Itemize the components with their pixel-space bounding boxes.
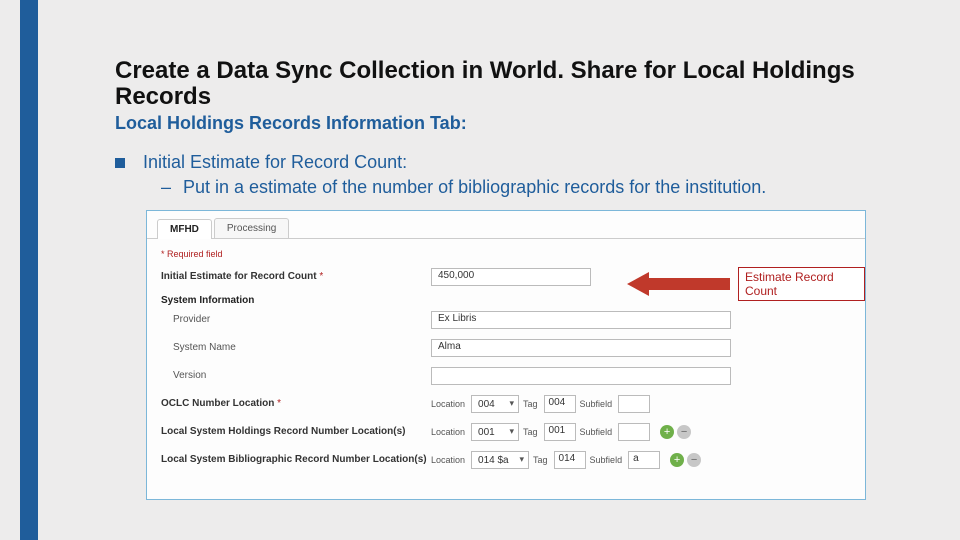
- mini-label-subfield: Subfield: [580, 427, 613, 437]
- input-version[interactable]: [431, 367, 731, 385]
- select-oclc-location[interactable]: 004: [471, 395, 519, 413]
- row-lsbrn: Local System Bibliographic Record Number…: [161, 450, 851, 470]
- sub-bullet-item: – Put in a estimate of the number of bib…: [161, 177, 920, 198]
- required-star-icon: *: [277, 398, 281, 409]
- row-lshrn: Local System Holdings Record Number Loca…: [161, 422, 851, 442]
- callout-arrow: Estimate Record Count: [627, 267, 865, 301]
- input-provider[interactable]: Ex Libris: [431, 311, 731, 329]
- label-oclc-location: OCLC Number Location *: [161, 398, 431, 410]
- remove-icon[interactable]: −: [677, 425, 691, 439]
- form-panel: MFHD Processing * Required field Initial…: [146, 210, 866, 500]
- row-version: Version: [161, 366, 851, 386]
- label-lshrn: Local System Holdings Record Number Loca…: [161, 426, 431, 438]
- input-lsbrn-tag[interactable]: 014: [554, 451, 586, 469]
- label-estimate-text: Initial Estimate for Record Count: [161, 271, 317, 282]
- slide: Create a Data Sync Collection in World. …: [0, 0, 960, 540]
- mini-label-location: Location: [431, 455, 465, 465]
- input-lshrn-tag[interactable]: 001: [544, 423, 576, 441]
- slide-subtitle: Local Holdings Records Information Tab:: [115, 113, 920, 134]
- input-lshrn-subfield[interactable]: [618, 423, 650, 441]
- label-estimate: Initial Estimate for Record Count *: [161, 271, 431, 283]
- slide-content: Create a Data Sync Collection in World. …: [115, 58, 920, 210]
- remove-icon[interactable]: −: [687, 453, 701, 467]
- mini-label-subfield: Subfield: [590, 455, 623, 465]
- bullet-text: Initial Estimate for Record Count:: [143, 152, 407, 173]
- row-provider: Provider Ex Libris: [161, 310, 851, 330]
- label-provider: Provider: [161, 314, 431, 326]
- mini-label-location: Location: [431, 399, 465, 409]
- input-lsbrn-subfield[interactable]: a: [628, 451, 660, 469]
- lshrn-location-group: Location 001 Tag 001 Subfield + −: [431, 423, 691, 441]
- mini-label-tag: Tag: [523, 427, 538, 437]
- tab-bar: MFHD Processing: [147, 211, 865, 239]
- required-note: * Required field: [161, 249, 851, 259]
- accent-bar: [20, 0, 38, 540]
- label-version: Version: [161, 370, 431, 382]
- input-oclc-subfield[interactable]: [618, 395, 650, 413]
- row-oclc-location: OCLC Number Location * Location 004 Tag …: [161, 394, 851, 414]
- sub-bullet-text: Put in a estimate of the number of bibli…: [183, 177, 766, 198]
- mini-label-subfield: Subfield: [580, 399, 613, 409]
- row-system-name: System Name Alma: [161, 338, 851, 358]
- add-remove-group: + −: [670, 453, 701, 467]
- mini-label-location: Location: [431, 427, 465, 437]
- mini-label-tag: Tag: [523, 399, 538, 409]
- bullet-item: Initial Estimate for Record Count:: [115, 152, 920, 173]
- arrow-head-icon: [627, 272, 649, 296]
- label-lsbrn: Local System Bibliographic Record Number…: [161, 454, 431, 466]
- lsbrn-location-group: Location 014 $a Tag 014 Subfield a + −: [431, 451, 701, 469]
- required-star-icon: *: [319, 271, 323, 282]
- input-estimate[interactable]: 450,000: [431, 268, 591, 286]
- add-remove-group: + −: [660, 425, 691, 439]
- tab-processing[interactable]: Processing: [214, 218, 289, 238]
- input-oclc-tag[interactable]: 004: [544, 395, 576, 413]
- callout-label: Estimate Record Count: [738, 267, 865, 301]
- add-icon[interactable]: +: [670, 453, 684, 467]
- dash-bullet-icon: –: [161, 177, 171, 198]
- add-icon[interactable]: +: [660, 425, 674, 439]
- select-lsbrn-location[interactable]: 014 $a: [471, 451, 529, 469]
- tab-mfhd[interactable]: MFHD: [157, 219, 212, 239]
- arrow-body-icon: [648, 278, 730, 290]
- input-system-name[interactable]: Alma: [431, 339, 731, 357]
- select-lshrn-location[interactable]: 001: [471, 423, 519, 441]
- slide-title: Create a Data Sync Collection in World. …: [115, 58, 920, 111]
- mini-label-tag: Tag: [533, 455, 548, 465]
- label-system-name: System Name: [161, 342, 431, 354]
- square-bullet-icon: [115, 158, 125, 168]
- label-oclc-text: OCLC Number Location: [161, 398, 274, 409]
- oclc-location-group: Location 004 Tag 004 Subfield: [431, 395, 650, 413]
